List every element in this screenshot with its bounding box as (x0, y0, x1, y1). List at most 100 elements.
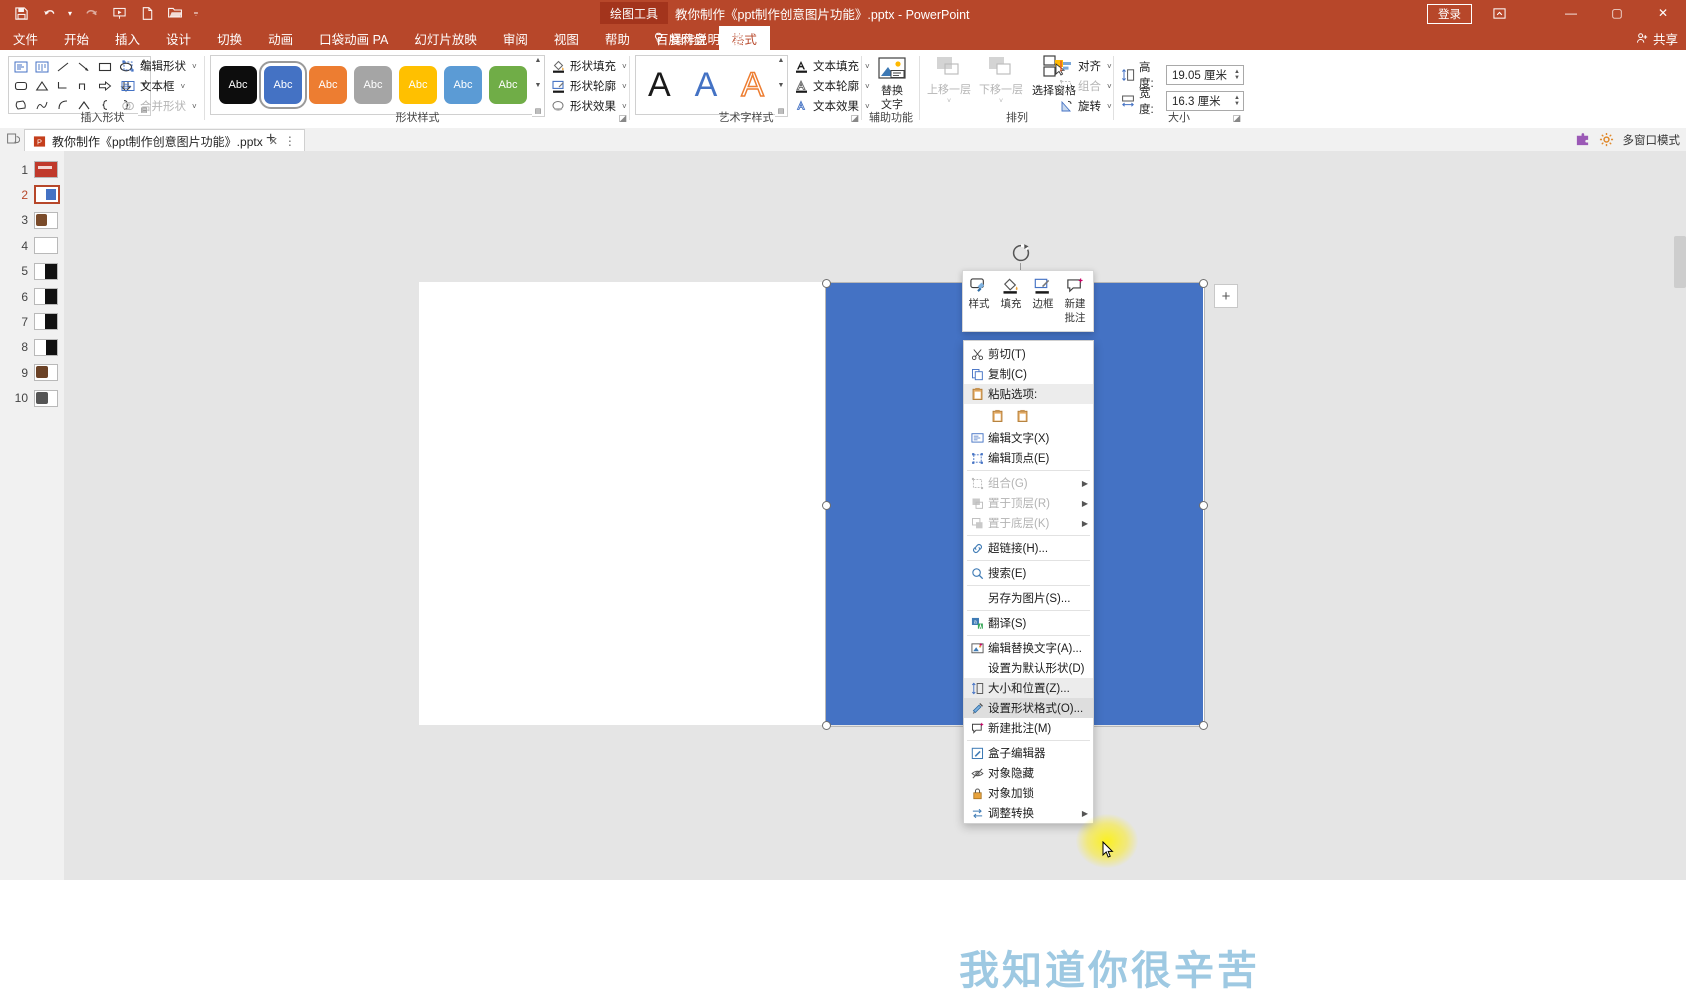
shape-triangle-icon[interactable] (32, 77, 52, 94)
slide-thumbnail-image[interactable] (34, 161, 58, 178)
context-menu-item-1[interactable]: 复制(C) (964, 364, 1093, 384)
minibar-fill-button[interactable]: 填充 (995, 271, 1027, 331)
context-menu-item-8[interactable]: 超链接(H)... (964, 538, 1093, 558)
context-menu-item-11[interactable]: a 翻译(S) (964, 613, 1093, 633)
tell-me-search[interactable]: 操作说明搜索 (652, 26, 745, 50)
wordart-style-1[interactable]: A (689, 63, 723, 107)
chevron-down-icon[interactable]: ˅ (1107, 82, 1112, 91)
mini-floating-toolbar[interactable]: 样式 填充 边框 新建 批注 (962, 270, 1094, 332)
context-menu-item-0[interactable]: 剪切(T) (964, 344, 1093, 364)
slide-thumbnail-image[interactable] (34, 364, 58, 382)
sign-in-button[interactable]: 登录 (1427, 4, 1472, 24)
text-outline-button[interactable]: 文本轮廓 ˅ (793, 77, 870, 95)
shape-arrow-icon[interactable] (74, 58, 94, 75)
shape-line-icon[interactable] (53, 58, 73, 75)
ribbon-tab-7[interactable]: 幻灯片放映 (401, 26, 490, 50)
minibar-style-button[interactable]: 样式 (963, 271, 995, 331)
customize-qat-icon[interactable]: ⩦ (190, 1, 202, 25)
context-menu-item-12[interactable]: 编辑替换文字(A)... (964, 638, 1093, 658)
ribbon-tab-5[interactable]: 动画 (255, 26, 306, 50)
chevron-down-icon[interactable]: ˅ (622, 62, 627, 71)
ribbon-tab-8[interactable]: 审阅 (490, 26, 541, 50)
shape-fill-button[interactable]: 形状填充 ˅ (550, 57, 627, 75)
slide-thumbnail-6[interactable]: 6 (0, 284, 64, 309)
chevron-down-icon[interactable]: ˅ (947, 98, 951, 105)
wordart-gallery[interactable]: AAA (635, 55, 777, 115)
resize-handle-se[interactable] (1199, 721, 1208, 730)
shape-elbow-icon[interactable] (53, 77, 73, 94)
tab-list-icon[interactable] (6, 132, 20, 146)
wordart-style-0[interactable]: A (642, 63, 676, 107)
shape-style-swatch-5[interactable]: Abc (444, 66, 482, 104)
slide-thumbnail-9[interactable]: 9 (0, 360, 64, 385)
slide-thumbnail-image[interactable] (34, 262, 58, 280)
redo-icon[interactable] (78, 1, 104, 25)
height-spinner[interactable]: ▲ ▼ (1234, 69, 1240, 81)
shape-context-menu[interactable]: 剪切(T) 复制(C) 粘贴选项: 编辑文字(X) 编辑顶点(E) 组合(G) ▶ 置于顶层(… (963, 340, 1094, 824)
minibar-new-comment-button[interactable]: 新建 批注 (1059, 271, 1091, 331)
multi-window-label[interactable]: 多窗口模式 (1623, 132, 1681, 148)
slide-thumbnail-pane[interactable]: 1 2 3 4 5 6 7 8 9 10 (0, 151, 65, 880)
document-tab[interactable]: P 教你制作《ppt制作创意图片功能》.pptx ✕ ⋮ (24, 129, 305, 152)
height-input[interactable]: 19.05 厘米 ▲ ▼ (1166, 65, 1244, 85)
shape-rect-icon[interactable] (95, 58, 115, 75)
slide-thumbnail-5[interactable]: 5 (0, 259, 64, 284)
paste-keep-formatting-icon[interactable] (988, 406, 1007, 425)
context-menu-item-10[interactable]: 另存为图片(S)... (964, 588, 1093, 608)
resize-handle-sw[interactable] (822, 721, 831, 730)
slide-thumbnail-2[interactable]: 2 (0, 182, 64, 207)
resize-handle-nw[interactable] (822, 279, 831, 288)
rotate-handle-icon[interactable] (1011, 243, 1031, 263)
slide-thumbnail-image[interactable] (34, 185, 60, 205)
align-button[interactable]: 对齐 ˅ (1058, 57, 1112, 75)
shape-styles-gallery[interactable]: Abc Abc Abc Abc Abc Abc Abc (210, 55, 542, 115)
slide-thumbnail-8[interactable]: 8 (0, 335, 64, 360)
ribbon-tab-10[interactable]: 帮助 (592, 26, 643, 50)
add-shape-button[interactable]: + (1214, 284, 1238, 308)
scroll-up-icon[interactable]: ▲ (778, 57, 785, 64)
ribbon-tab-9[interactable]: 视图 (541, 26, 592, 50)
new-tab-button[interactable]: + (266, 130, 275, 148)
slide-thumbnail-4[interactable]: 4 (0, 233, 64, 258)
new-file-icon[interactable] (134, 1, 160, 25)
shape-textbox-icon[interactable] (11, 58, 31, 75)
context-menu-item-13[interactable]: 设置为默认形状(D) (964, 658, 1093, 678)
gear-icon[interactable] (1599, 132, 1614, 147)
edit-shape-button[interactable]: 编辑形状 ˅ (120, 57, 197, 75)
context-menu-item-15[interactable]: 设置形状格式(O)... (964, 698, 1093, 718)
slide-thumbnail-10[interactable]: 10 (0, 386, 64, 411)
ribbon-display-options-icon[interactable] (1488, 4, 1510, 22)
shape-styles-dialog-launcher[interactable]: ◪ (618, 113, 627, 124)
ribbon-tab-6[interactable]: 口袋动画 PA (306, 26, 401, 50)
bring-forward-button[interactable]: 上移一层 ˅ (924, 54, 974, 105)
group-button[interactable]: 组合 ˅ (1058, 77, 1112, 95)
wordart-dialog-launcher[interactable]: ◪ (850, 113, 859, 124)
ribbon-tab-1[interactable]: 开始 (51, 26, 102, 50)
context-menu-item-9[interactable]: 搜索(E) (964, 563, 1093, 583)
context-menu-item-19[interactable]: 对象加锁 (964, 783, 1093, 803)
share-button[interactable]: 共享 (1636, 26, 1678, 50)
chevron-down-icon[interactable]: ˅ (192, 62, 197, 71)
context-menu-item-2[interactable]: 粘贴选项: (964, 384, 1093, 404)
shape-style-swatch-3[interactable]: Abc (354, 66, 392, 104)
shape-style-swatch-4[interactable]: Abc (399, 66, 437, 104)
save-icon[interactable] (8, 1, 34, 25)
width-input[interactable]: 16.3 厘米 ▲ ▼ (1166, 91, 1244, 111)
ribbon-tab-0[interactable]: 文件 (0, 26, 51, 50)
width-spinner[interactable]: ▲ ▼ (1234, 95, 1240, 107)
maximize-button[interactable]: ▢ (1594, 0, 1640, 26)
extension-icon[interactable] (1575, 132, 1590, 147)
resize-handle-e[interactable] (1199, 501, 1208, 510)
context-menu-item-4[interactable]: 编辑顶点(E) (964, 448, 1093, 468)
minibar-border-button[interactable]: 边框 (1027, 271, 1059, 331)
ribbon-tab-4[interactable]: 切换 (204, 26, 255, 50)
slide-thumbnail-image[interactable] (34, 288, 58, 305)
context-menu-item-3[interactable]: 编辑文字(X) (964, 428, 1093, 448)
slide-thumbnail-1[interactable]: 1 (0, 157, 64, 182)
paste-picture-icon[interactable] (1013, 406, 1032, 425)
slide-thumbnail-image[interactable] (34, 389, 58, 407)
shape-styles-scrollbar[interactable]: ▲ ▼ ▤ (532, 55, 545, 117)
slide-thumbnail-image[interactable] (34, 237, 58, 255)
resize-handle-ne[interactable] (1199, 279, 1208, 288)
slide-bottom-text[interactable]: 我知道你很辛苦 (959, 938, 1289, 998)
